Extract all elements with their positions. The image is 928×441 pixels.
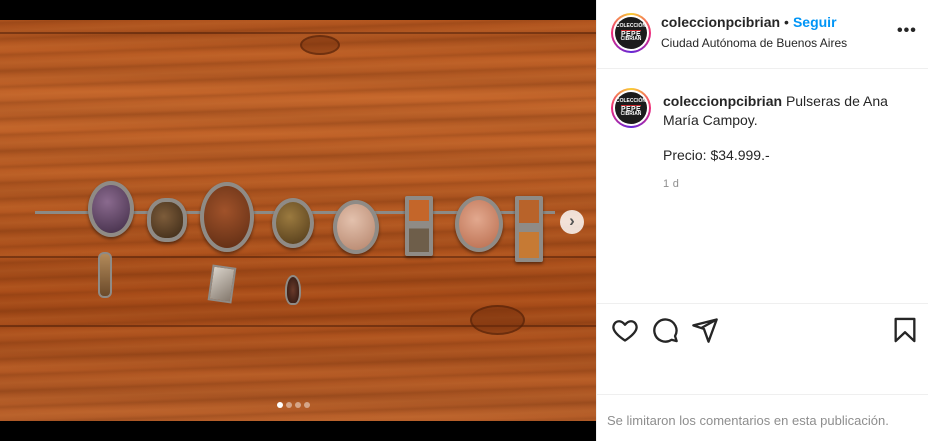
caption-username-link[interactable]: coleccionpcibrian bbox=[663, 93, 782, 109]
more-options-icon[interactable]: ••• bbox=[897, 22, 917, 40]
carousel-dot bbox=[286, 402, 292, 408]
clear-quartz-stone bbox=[200, 182, 254, 252]
chevron-right-icon: › bbox=[569, 211, 575, 230]
carousel-dot bbox=[295, 402, 301, 408]
heart-icon[interactable] bbox=[611, 316, 639, 344]
tigers-eye-stone bbox=[272, 198, 314, 248]
username-link[interactable]: coleccionpcibrian bbox=[661, 14, 780, 30]
post-timestamp[interactable]: 1 d bbox=[663, 178, 679, 190]
avatar[interactable]: COLECCIÓN PEPE CIBRIAN bbox=[611, 13, 651, 53]
pendant-drop bbox=[98, 252, 112, 298]
rectangular-link bbox=[405, 196, 433, 256]
follow-button[interactable]: Seguir bbox=[793, 14, 837, 30]
wood-plank-line bbox=[0, 256, 596, 258]
post-side-panel: COLECCIÓN PEPE CIBRIAN coleccionpcibrian… bbox=[596, 0, 928, 441]
bookmark-icon[interactable] bbox=[891, 316, 919, 344]
carousel-next-button[interactable]: › bbox=[560, 210, 584, 234]
pendant-drop bbox=[285, 275, 301, 305]
wood-knot bbox=[470, 305, 525, 335]
avatar-logo-text: COLECCIÓN bbox=[616, 23, 646, 29]
post-media: › bbox=[0, 0, 596, 441]
location-link[interactable]: Ciudad Autónoma de Buenos Aires bbox=[661, 36, 847, 50]
avatar-logo-text: CIBRIAN bbox=[620, 111, 642, 117]
avatar-logo-text: COLECCIÓN bbox=[616, 98, 646, 104]
avatar-image: COLECCIÓN PEPE CIBRIAN bbox=[615, 17, 647, 49]
wood-plank-line bbox=[0, 32, 596, 34]
post-actions bbox=[597, 303, 928, 395]
share-icon[interactable] bbox=[691, 316, 719, 344]
post-photo[interactable] bbox=[0, 20, 596, 421]
caption-avatar[interactable]: COLECCIÓN PEPE CIBRIAN bbox=[611, 88, 651, 128]
pendant-square bbox=[207, 264, 237, 304]
post-header: COLECCIÓN PEPE CIBRIAN coleccionpcibrian… bbox=[597, 0, 928, 69]
oval-link bbox=[455, 196, 503, 252]
carousel-dot bbox=[277, 402, 283, 408]
comment-icon[interactable] bbox=[651, 316, 679, 344]
rose-quartz-stone bbox=[333, 200, 379, 254]
wood-knot bbox=[300, 35, 340, 55]
comments-disabled-notice: Se limitaron los comentarios en esta pub… bbox=[607, 413, 889, 428]
carousel-dot bbox=[304, 402, 310, 408]
caption-price: Precio: $34.999.- bbox=[663, 147, 770, 163]
post-caption: coleccionpcibrian Pulseras de Ana María … bbox=[663, 92, 913, 130]
carousel-indicator bbox=[277, 402, 310, 408]
smoky-stone bbox=[147, 198, 187, 242]
rectangular-link bbox=[515, 196, 543, 262]
dot-separator: • bbox=[784, 14, 789, 30]
amethyst-stone bbox=[88, 181, 134, 237]
avatar-image: COLECCIÓN PEPE CIBRIAN bbox=[615, 92, 647, 124]
avatar-logo-text: CIBRIAN bbox=[620, 36, 642, 42]
